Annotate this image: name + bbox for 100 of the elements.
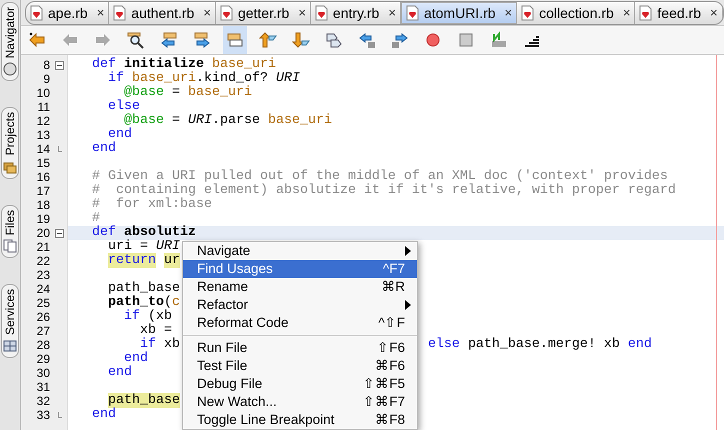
side-tab[interactable]: Files	[1, 204, 19, 258]
ruby-file-icon	[30, 5, 43, 21]
line-number: 10	[36, 86, 50, 100]
ruby-file-icon	[113, 5, 126, 21]
next-occurrence-icon	[193, 31, 211, 49]
line-number: 25	[36, 296, 50, 310]
ruby-file-icon	[521, 5, 534, 21]
line-number: 30	[36, 366, 50, 380]
side-tab[interactable]: Services	[1, 284, 19, 358]
file-tab[interactable]: authent.rb ×	[109, 2, 216, 24]
close-button[interactable]: ×	[298, 3, 306, 23]
line-number: 13	[36, 128, 50, 142]
line-number: 22	[36, 254, 50, 268]
line-number: 33	[36, 408, 50, 422]
close-button[interactable]: ×	[622, 3, 630, 23]
line-number: 9	[43, 72, 50, 86]
code-line: path_base	[107, 282, 180, 296]
code-line: @base = URI.parse base_uri	[124, 114, 332, 128]
menu-item[interactable]: Rename ⌘R	[183, 278, 417, 296]
close-button[interactable]: ×	[710, 3, 718, 23]
file-tab[interactable]: collection.rb ×	[517, 2, 636, 24]
shift-right-icon	[391, 31, 409, 49]
menu-item[interactable]: New Watch... ⇧⌘F7	[183, 393, 417, 411]
fold-toggle[interactable]	[55, 60, 64, 70]
line-number: 27	[36, 324, 50, 338]
code-line: def absolutiz	[91, 226, 196, 240]
line-number: 29	[36, 352, 50, 366]
line-number: 24	[36, 282, 50, 296]
line-number: 19	[36, 212, 50, 226]
menu-item[interactable]: Toggle Line Breakpoint ⌘F8	[183, 411, 417, 429]
line-number: 8	[43, 58, 50, 72]
code-line: @base = base_uri	[124, 86, 252, 100]
file-tab[interactable]: entry.rb ×	[310, 2, 401, 24]
record-icon	[424, 31, 442, 49]
file-tab[interactable]: atomURI.rb ×	[400, 2, 518, 24]
menu-item[interactable]: Run File ⇧F6	[183, 339, 417, 357]
code-line: end	[91, 142, 116, 156]
bookmark-tag-icon	[325, 31, 343, 49]
close-button[interactable]: ×	[504, 3, 512, 23]
code-line: if xb	[140, 338, 180, 352]
menu-item[interactable]: Navigate	[183, 242, 417, 260]
code-line: else	[107, 100, 140, 114]
code-line: if base_uri.kind_of? URI	[107, 72, 300, 86]
code-line: xb =	[139, 324, 172, 338]
line-number: 16	[36, 170, 50, 184]
ruby-file-icon	[406, 5, 419, 21]
menu-item[interactable]: Find Usages ^F7	[183, 260, 417, 278]
file-tab[interactable]: feed.rb ×	[635, 2, 723, 24]
close-button[interactable]: ×	[96, 3, 104, 23]
code-line: # containing element) absolutize it if it's relative, with proper regard	[91, 184, 676, 198]
side-tab[interactable]: Projects	[1, 107, 19, 179]
down-arrow-icon	[292, 31, 310, 49]
file-tab[interactable]: ape.rb ×	[26, 2, 110, 24]
code-line: end	[124, 352, 148, 366]
stop-icon	[457, 31, 475, 49]
line-number: 21	[36, 240, 50, 254]
close-button[interactable]: ×	[203, 3, 211, 23]
shift-left-icon	[358, 31, 376, 49]
code-line: end	[91, 408, 116, 422]
line-number: 14	[36, 142, 50, 156]
side-tab[interactable]: Navigator	[1, 2, 19, 82]
line-number: 15	[36, 156, 50, 170]
code-line: if (xb	[123, 310, 172, 324]
menu-item[interactable]: Refactor	[183, 296, 417, 314]
close-button[interactable]: ×	[388, 3, 396, 23]
code-line: #	[91, 212, 100, 226]
fold-toggle[interactable]	[55, 228, 64, 238]
search-icon	[127, 31, 145, 49]
previous-occurrence-icon	[160, 31, 178, 49]
code-line: path_to(c	[107, 296, 180, 310]
line-number: 20	[36, 226, 50, 240]
line-number: 17	[36, 184, 50, 198]
line-number: 11	[38, 100, 50, 114]
code-line: # for xml:base	[91, 198, 212, 212]
server-icon	[3, 339, 17, 354]
menu-item[interactable]: Reformat Code ^⇧F	[183, 314, 417, 332]
line-number: 23	[36, 268, 50, 282]
highlight-toggle-icon	[226, 31, 244, 49]
back-arrow-icon	[28, 31, 46, 49]
menu-item[interactable]: Debug File ⇧⌘F5	[183, 375, 417, 393]
code-line: uri = URI	[107, 240, 180, 254]
code-line: return ur	[107, 254, 180, 268]
line-number: 26	[36, 310, 50, 324]
code-line: end	[107, 366, 132, 380]
code-line: end	[108, 128, 132, 142]
forward-arrow-icon	[94, 31, 112, 49]
code-line: else path_base.merge! xb end	[428, 338, 652, 352]
ruby-file-icon	[314, 5, 328, 21]
line-number: 32	[36, 394, 50, 408]
line-number: 12	[36, 114, 50, 128]
line-number: 18	[36, 198, 50, 212]
folder-icon	[3, 160, 17, 174]
toolbar-button[interactable]	[223, 26, 247, 54]
code-line: def initialize base_uri	[91, 58, 276, 72]
ruby-file-icon	[639, 5, 652, 21]
file-tab[interactable]: getter.rb ×	[216, 2, 311, 24]
line-number: 31	[36, 380, 50, 394]
up-arrow-icon	[259, 31, 277, 49]
menu-item[interactable]: Test File ⌘F6	[183, 357, 417, 375]
ruby-file-icon	[220, 5, 233, 21]
